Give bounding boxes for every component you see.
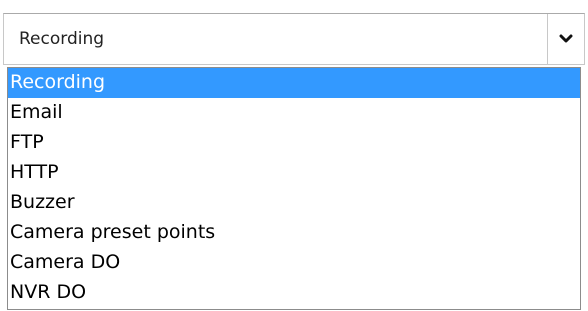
option-email[interactable]: Email bbox=[8, 98, 580, 128]
option-ftp[interactable]: FTP bbox=[8, 128, 580, 158]
dropdown-options-list[interactable]: Recording Email FTP HTTP Buzzer Camera p… bbox=[7, 67, 581, 310]
select-current-value: Recording bbox=[19, 29, 105, 49]
option-recording[interactable]: Recording bbox=[8, 68, 580, 98]
dropdown-toggle-button[interactable] bbox=[547, 14, 584, 64]
option-buzzer[interactable]: Buzzer bbox=[8, 188, 580, 218]
action-type-select[interactable]: Recording bbox=[3, 13, 585, 65]
option-http[interactable]: HTTP bbox=[8, 158, 580, 188]
option-camera-do[interactable]: Camera DO bbox=[8, 248, 580, 278]
option-nvr-do[interactable]: NVR DO bbox=[8, 278, 580, 308]
chevron-down-icon bbox=[559, 34, 573, 43]
option-camera-preset-points[interactable]: Camera preset points bbox=[8, 218, 580, 248]
